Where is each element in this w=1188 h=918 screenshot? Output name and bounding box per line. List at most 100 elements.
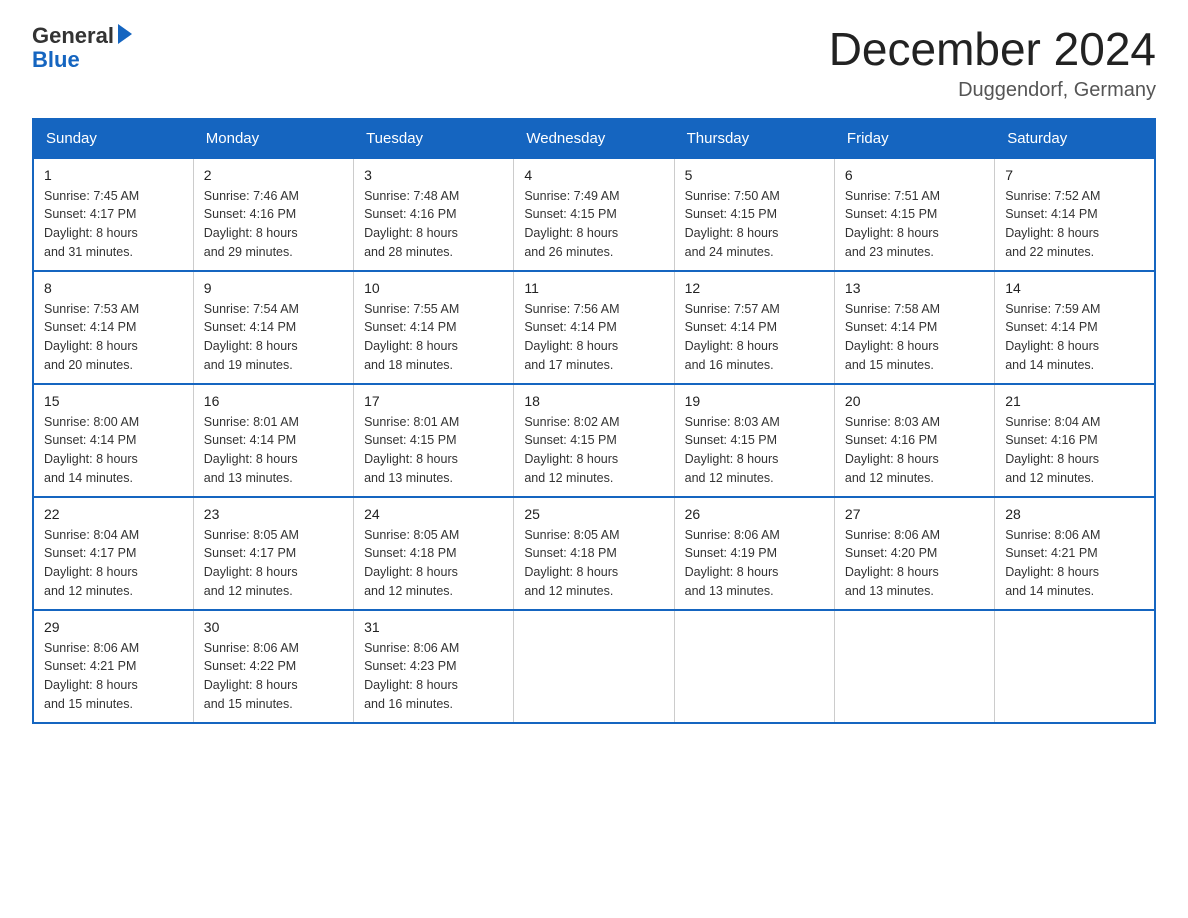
- calendar-cell: 24 Sunrise: 8:05 AM Sunset: 4:18 PM Dayl…: [354, 497, 514, 610]
- calendar-cell: 2 Sunrise: 7:46 AM Sunset: 4:16 PM Dayli…: [193, 158, 353, 271]
- day-info: Sunrise: 8:01 AM Sunset: 4:14 PM Dayligh…: [204, 413, 343, 488]
- day-info: Sunrise: 7:58 AM Sunset: 4:14 PM Dayligh…: [845, 300, 984, 375]
- calendar-week-row: 22 Sunrise: 8:04 AM Sunset: 4:17 PM Dayl…: [33, 497, 1155, 610]
- day-number: 27: [845, 506, 984, 522]
- calendar-cell: 8 Sunrise: 7:53 AM Sunset: 4:14 PM Dayli…: [33, 271, 193, 384]
- logo-blue-text: Blue: [32, 48, 132, 72]
- calendar-cell: 7 Sunrise: 7:52 AM Sunset: 4:14 PM Dayli…: [995, 158, 1155, 271]
- day-info: Sunrise: 7:52 AM Sunset: 4:14 PM Dayligh…: [1005, 187, 1144, 262]
- day-number: 29: [44, 619, 183, 635]
- page-header: General Blue December 2024 Duggendorf, G…: [0, 0, 1188, 118]
- day-info: Sunrise: 8:06 AM Sunset: 4:21 PM Dayligh…: [44, 639, 183, 714]
- page-title: December 2024: [829, 24, 1156, 75]
- calendar-week-row: 29 Sunrise: 8:06 AM Sunset: 4:21 PM Dayl…: [33, 610, 1155, 723]
- calendar-cell: 17 Sunrise: 8:01 AM Sunset: 4:15 PM Dayl…: [354, 384, 514, 497]
- calendar-cell: 1 Sunrise: 7:45 AM Sunset: 4:17 PM Dayli…: [33, 158, 193, 271]
- title-block: December 2024 Duggendorf, Germany: [829, 24, 1156, 102]
- calendar-cell: 20 Sunrise: 8:03 AM Sunset: 4:16 PM Dayl…: [834, 384, 994, 497]
- calendar-cell: [995, 610, 1155, 723]
- day-of-week-header: Friday: [834, 119, 994, 158]
- calendar-cell: 9 Sunrise: 7:54 AM Sunset: 4:14 PM Dayli…: [193, 271, 353, 384]
- day-info: Sunrise: 7:55 AM Sunset: 4:14 PM Dayligh…: [364, 300, 503, 375]
- day-number: 4: [524, 167, 663, 183]
- day-info: Sunrise: 8:04 AM Sunset: 4:16 PM Dayligh…: [1005, 413, 1144, 488]
- day-number: 8: [44, 280, 183, 296]
- day-info: Sunrise: 8:05 AM Sunset: 4:18 PM Dayligh…: [364, 526, 503, 601]
- day-info: Sunrise: 8:05 AM Sunset: 4:17 PM Dayligh…: [204, 526, 343, 601]
- day-number: 9: [204, 280, 343, 296]
- day-number: 15: [44, 393, 183, 409]
- day-info: Sunrise: 7:54 AM Sunset: 4:14 PM Dayligh…: [204, 300, 343, 375]
- day-info: Sunrise: 8:06 AM Sunset: 4:20 PM Dayligh…: [845, 526, 984, 601]
- day-info: Sunrise: 7:53 AM Sunset: 4:14 PM Dayligh…: [44, 300, 183, 375]
- day-number: 24: [364, 506, 503, 522]
- calendar-cell: 19 Sunrise: 8:03 AM Sunset: 4:15 PM Dayl…: [674, 384, 834, 497]
- day-info: Sunrise: 7:50 AM Sunset: 4:15 PM Dayligh…: [685, 187, 824, 262]
- day-of-week-header: Tuesday: [354, 119, 514, 158]
- calendar-cell: 28 Sunrise: 8:06 AM Sunset: 4:21 PM Dayl…: [995, 497, 1155, 610]
- calendar-cell: 13 Sunrise: 7:58 AM Sunset: 4:14 PM Dayl…: [834, 271, 994, 384]
- day-number: 25: [524, 506, 663, 522]
- page-subtitle: Duggendorf, Germany: [829, 79, 1156, 102]
- day-number: 28: [1005, 506, 1144, 522]
- day-number: 22: [44, 506, 183, 522]
- day-info: Sunrise: 8:00 AM Sunset: 4:14 PM Dayligh…: [44, 413, 183, 488]
- calendar-cell: [834, 610, 994, 723]
- day-number: 1: [44, 167, 183, 183]
- day-number: 21: [1005, 393, 1144, 409]
- day-info: Sunrise: 7:48 AM Sunset: 4:16 PM Dayligh…: [364, 187, 503, 262]
- day-number: 5: [685, 167, 824, 183]
- calendar-week-row: 15 Sunrise: 8:00 AM Sunset: 4:14 PM Dayl…: [33, 384, 1155, 497]
- calendar-week-row: 1 Sunrise: 7:45 AM Sunset: 4:17 PM Dayli…: [33, 158, 1155, 271]
- calendar-cell: 12 Sunrise: 7:57 AM Sunset: 4:14 PM Dayl…: [674, 271, 834, 384]
- day-info: Sunrise: 7:46 AM Sunset: 4:16 PM Dayligh…: [204, 187, 343, 262]
- day-of-week-header: Monday: [193, 119, 353, 158]
- calendar-cell: 10 Sunrise: 7:55 AM Sunset: 4:14 PM Dayl…: [354, 271, 514, 384]
- day-info: Sunrise: 7:57 AM Sunset: 4:14 PM Dayligh…: [685, 300, 824, 375]
- day-info: Sunrise: 7:45 AM Sunset: 4:17 PM Dayligh…: [44, 187, 183, 262]
- calendar-cell: 11 Sunrise: 7:56 AM Sunset: 4:14 PM Dayl…: [514, 271, 674, 384]
- day-info: Sunrise: 8:03 AM Sunset: 4:15 PM Dayligh…: [685, 413, 824, 488]
- calendar-cell: 21 Sunrise: 8:04 AM Sunset: 4:16 PM Dayl…: [995, 384, 1155, 497]
- calendar-cell: 23 Sunrise: 8:05 AM Sunset: 4:17 PM Dayl…: [193, 497, 353, 610]
- day-of-week-header: Thursday: [674, 119, 834, 158]
- day-number: 10: [364, 280, 503, 296]
- day-info: Sunrise: 8:02 AM Sunset: 4:15 PM Dayligh…: [524, 413, 663, 488]
- day-number: 16: [204, 393, 343, 409]
- calendar-cell: 16 Sunrise: 8:01 AM Sunset: 4:14 PM Dayl…: [193, 384, 353, 497]
- day-of-week-header: Wednesday: [514, 119, 674, 158]
- day-number: 6: [845, 167, 984, 183]
- day-number: 13: [845, 280, 984, 296]
- calendar-cell: 15 Sunrise: 8:00 AM Sunset: 4:14 PM Dayl…: [33, 384, 193, 497]
- day-number: 23: [204, 506, 343, 522]
- day-info: Sunrise: 7:56 AM Sunset: 4:14 PM Dayligh…: [524, 300, 663, 375]
- day-number: 7: [1005, 167, 1144, 183]
- calendar-cell: 29 Sunrise: 8:06 AM Sunset: 4:21 PM Dayl…: [33, 610, 193, 723]
- calendar-cell: 14 Sunrise: 7:59 AM Sunset: 4:14 PM Dayl…: [995, 271, 1155, 384]
- day-info: Sunrise: 7:49 AM Sunset: 4:15 PM Dayligh…: [524, 187, 663, 262]
- day-info: Sunrise: 8:06 AM Sunset: 4:23 PM Dayligh…: [364, 639, 503, 714]
- day-number: 18: [524, 393, 663, 409]
- day-info: Sunrise: 7:59 AM Sunset: 4:14 PM Dayligh…: [1005, 300, 1144, 375]
- calendar-cell: 3 Sunrise: 7:48 AM Sunset: 4:16 PM Dayli…: [354, 158, 514, 271]
- day-info: Sunrise: 8:04 AM Sunset: 4:17 PM Dayligh…: [44, 526, 183, 601]
- calendar-header-row: SundayMondayTuesdayWednesdayThursdayFrid…: [33, 119, 1155, 158]
- day-info: Sunrise: 7:51 AM Sunset: 4:15 PM Dayligh…: [845, 187, 984, 262]
- day-info: Sunrise: 8:05 AM Sunset: 4:18 PM Dayligh…: [524, 526, 663, 601]
- calendar-cell: 25 Sunrise: 8:05 AM Sunset: 4:18 PM Dayl…: [514, 497, 674, 610]
- calendar-cell: 31 Sunrise: 8:06 AM Sunset: 4:23 PM Dayl…: [354, 610, 514, 723]
- day-number: 3: [364, 167, 503, 183]
- day-number: 14: [1005, 280, 1144, 296]
- day-number: 26: [685, 506, 824, 522]
- day-info: Sunrise: 8:03 AM Sunset: 4:16 PM Dayligh…: [845, 413, 984, 488]
- day-of-week-header: Saturday: [995, 119, 1155, 158]
- calendar-cell: 26 Sunrise: 8:06 AM Sunset: 4:19 PM Dayl…: [674, 497, 834, 610]
- day-number: 11: [524, 280, 663, 296]
- calendar-cell: 6 Sunrise: 7:51 AM Sunset: 4:15 PM Dayli…: [834, 158, 994, 271]
- day-info: Sunrise: 8:06 AM Sunset: 4:22 PM Dayligh…: [204, 639, 343, 714]
- day-number: 12: [685, 280, 824, 296]
- calendar-cell: 4 Sunrise: 7:49 AM Sunset: 4:15 PM Dayli…: [514, 158, 674, 271]
- day-number: 30: [204, 619, 343, 635]
- calendar-cell: 27 Sunrise: 8:06 AM Sunset: 4:20 PM Dayl…: [834, 497, 994, 610]
- day-info: Sunrise: 8:06 AM Sunset: 4:19 PM Dayligh…: [685, 526, 824, 601]
